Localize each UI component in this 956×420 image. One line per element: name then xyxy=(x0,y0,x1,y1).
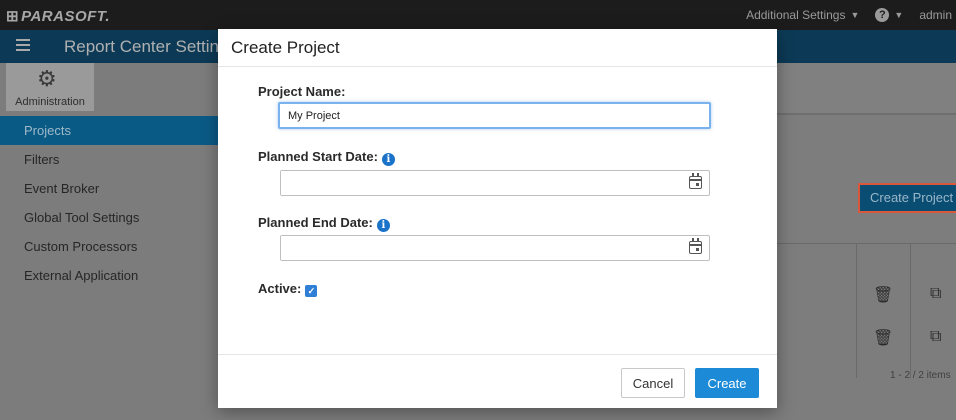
info-icon[interactable]: i xyxy=(381,153,395,166)
topnav-right: Additional Settings ▼ ? ▼ admin xyxy=(746,0,956,30)
sidebar-nav: Projects Filters Event Broker Global Too… xyxy=(0,116,218,290)
additional-settings-menu[interactable]: Additional Settings ▼ xyxy=(746,8,859,22)
planned-end-date-label-text: Planned End Date: xyxy=(258,215,373,230)
page-title: Report Center Settin xyxy=(64,37,219,56)
projects-table xyxy=(748,243,956,383)
create-button[interactable]: Create xyxy=(695,368,759,398)
parasoft-logo: ⊞ PARASOFT. xyxy=(6,7,110,25)
top-navbar: ⊞ PARASOFT. Additional Settings ▼ ? ▼ adm… xyxy=(0,0,956,30)
user-menu[interactable]: admin xyxy=(919,8,952,22)
trash-icon[interactable]: 🗑 xyxy=(873,285,893,305)
info-icon[interactable]: i xyxy=(376,219,390,232)
planned-end-date-input[interactable] xyxy=(281,236,681,260)
sidebar-item-projects[interactable]: Projects xyxy=(0,116,218,145)
sidebar-item-filters[interactable]: Filters xyxy=(0,145,218,174)
copy-icon[interactable]: ⧉ xyxy=(930,328,941,346)
pager-info: 1 - 2 / 2 items xyxy=(890,370,951,381)
user-name: admin xyxy=(919,8,952,22)
sidebar-item-event-broker[interactable]: Event Broker xyxy=(0,174,218,203)
planned-start-date-field xyxy=(280,170,710,196)
question-circle-icon: ? xyxy=(875,8,890,22)
copy-icon[interactable]: ⧉ xyxy=(930,285,941,303)
trash-icon[interactable]: 🗑 xyxy=(873,328,893,348)
administration-tile[interactable]: ⚙ Administration xyxy=(6,63,94,111)
sidebar-item-external-application[interactable]: External Application xyxy=(0,261,218,290)
planned-start-date-label-text: Planned Start Date: xyxy=(258,149,378,164)
active-label: Active: ✓ xyxy=(258,281,318,297)
planned-end-date-field xyxy=(280,235,710,261)
sidebar-item-global-tool-settings[interactable]: Global Tool Settings xyxy=(0,203,218,232)
hamburger-icon[interactable] xyxy=(16,39,30,51)
sidebar: ⚙ Administration Projects Filters Event … xyxy=(0,63,218,420)
planned-start-date-label: Planned Start Date: i xyxy=(258,149,395,166)
planned-start-date-input[interactable] xyxy=(281,171,681,195)
gears-icon: ⚙ xyxy=(37,66,57,91)
planned-end-date-label: Planned End Date: i xyxy=(258,215,390,232)
help-menu[interactable]: ? ▼ xyxy=(875,8,903,22)
cancel-button[interactable]: Cancel xyxy=(621,368,685,398)
sidebar-item-custom-processors[interactable]: Custom Processors xyxy=(0,232,218,261)
caret-down-icon: ▼ xyxy=(850,10,860,20)
project-name-label-text: Project Name: xyxy=(258,84,346,99)
active-checkbox[interactable]: ✓ xyxy=(305,285,318,297)
create-project-dialog: Create Project Project Name: Planned Sta… xyxy=(218,29,777,408)
parasoft-logo-icon: ⊞ xyxy=(6,8,20,25)
table-divider xyxy=(910,244,911,378)
table-divider xyxy=(856,244,857,378)
project-name-label: Project Name: xyxy=(258,84,345,99)
calendar-icon[interactable] xyxy=(689,173,702,189)
administration-label: Administration xyxy=(15,96,85,108)
additional-settings-label: Additional Settings xyxy=(746,8,846,22)
project-name-input[interactable] xyxy=(278,102,711,129)
dialog-header: Create Project xyxy=(218,29,777,67)
dialog-title: Create Project xyxy=(231,38,340,57)
dialog-footer: Cancel Create xyxy=(218,354,777,408)
logo-text: PARASOFT. xyxy=(21,8,111,25)
active-label-text: Active: xyxy=(258,281,302,296)
create-project-button-background[interactable]: Create Project xyxy=(858,183,956,213)
caret-down-icon: ▼ xyxy=(894,10,904,20)
dialog-body: Project Name: Planned Start Date:i Plann… xyxy=(218,67,777,354)
calendar-icon[interactable] xyxy=(689,238,702,254)
